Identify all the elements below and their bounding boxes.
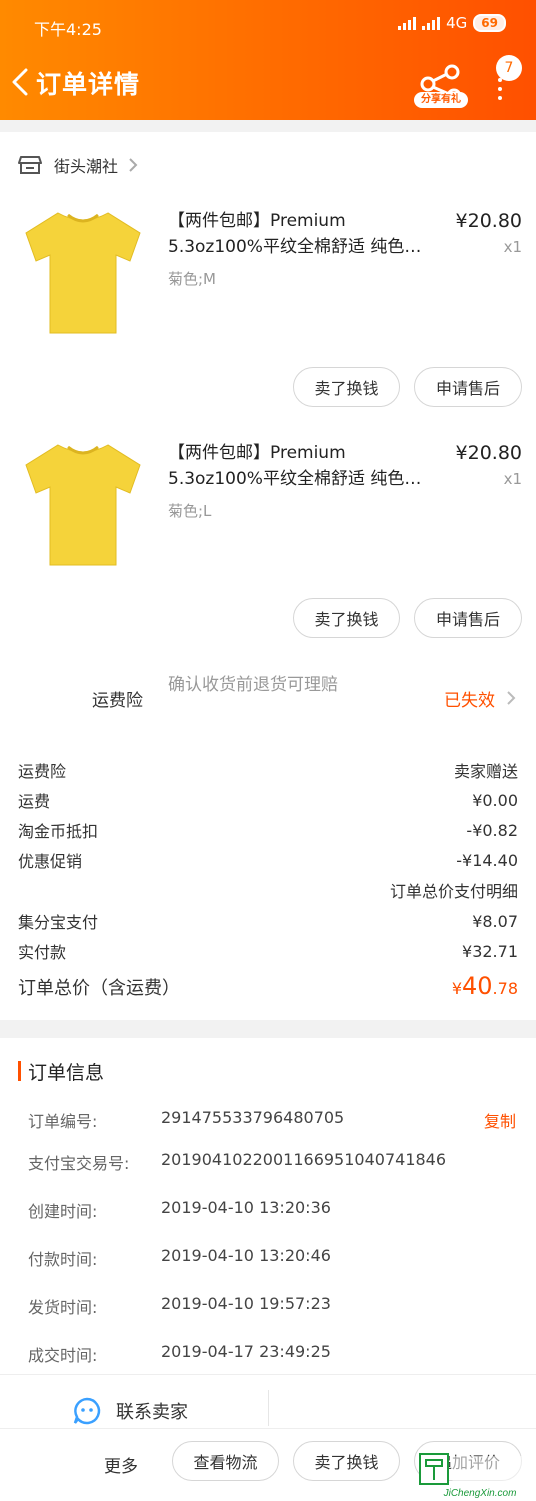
back-arrow-icon[interactable] <box>10 68 30 96</box>
product-quantity: x1 <box>503 470 522 488</box>
info-label: 创建时间: <box>28 1202 98 1221</box>
product-sku: 菊色;M <box>168 270 216 288</box>
store-icon <box>18 156 42 174</box>
chevron-right-icon <box>129 158 138 172</box>
fee-row: 淘金币抵扣 -¥0.82 <box>18 817 518 843</box>
product-image[interactable] <box>18 437 148 567</box>
order-info-heading: 订单信息 <box>18 1060 105 1084</box>
section-divider <box>0 120 536 132</box>
order-total-value: ¥40.78 <box>452 972 518 1000</box>
chevron-right-icon[interactable] <box>506 690 516 706</box>
view-logistics-button[interactable]: 查看物流 <box>172 1441 279 1481</box>
after-sale-button[interactable]: 申请售后 <box>414 598 522 638</box>
fee-value: 卖家赠送 <box>453 762 518 781</box>
insurance-status[interactable]: 已失效 <box>444 686 495 711</box>
order-info-title: 订单信息 <box>28 1061 105 1084</box>
signal-icon <box>422 16 441 30</box>
product-price: ¥20.80 <box>455 210 522 232</box>
shipping-insurance-desc: 确认收货前退货可理赔 <box>168 675 338 695</box>
fee-row: 运费险 卖家赠送 <box>18 757 518 783</box>
fee-label: 运费险 <box>18 762 67 781</box>
fee-label: 优惠促销 <box>18 852 83 871</box>
battery-icon: 69 <box>473 14 506 32</box>
fee-value: ¥8.07 <box>472 911 518 931</box>
accent-bar <box>18 1061 21 1081</box>
chat-face-icon <box>73 1397 101 1425</box>
shipping-insurance-label: 运费险 <box>92 691 143 711</box>
product-title-line1: 【两件包邮】Premium <box>168 211 346 231</box>
product-image[interactable] <box>18 205 148 335</box>
total-integer: 40 <box>462 972 493 1000</box>
sell-for-cash-button[interactable]: 卖了换钱 <box>293 1441 400 1481</box>
order-number: 291475533796480705 <box>161 1108 345 1127</box>
product-title[interactable]: 【两件包邮】Premium 5.3oz100%平纹全棉舒适 纯色… <box>168 440 440 492</box>
payment-detail-row: 订单总价支付明细 <box>18 877 518 903</box>
store-link[interactable]: 街头潮社 <box>18 150 150 180</box>
total-decimal: .78 <box>492 979 518 998</box>
product-title[interactable]: 【两件包邮】Premium 5.3oz100%平纹全棉舒适 纯色… <box>168 208 440 260</box>
paid-time: 2019-04-10 13:20:46 <box>161 1246 331 1265</box>
shipped-time: 2019-04-10 19:57:23 <box>161 1294 331 1313</box>
section-divider <box>0 1020 536 1038</box>
created-time: 2019-04-10 13:20:36 <box>161 1198 331 1217</box>
header-bar: 下午4:25 4G 69 订单详情 分享有礼 7 <box>0 0 536 120</box>
product-title-line2: 5.3oz100%平纹全棉舒适 纯色… <box>168 469 422 489</box>
status-indicators: 4G 69 <box>398 14 506 32</box>
share-gift-label[interactable]: 分享有礼 <box>414 92 468 108</box>
fee-value: ¥32.71 <box>462 941 518 961</box>
payment-detail-link[interactable]: 订单总价支付明细 <box>390 878 518 902</box>
fee-value: -¥14.40 <box>456 850 518 870</box>
fee-label: 运费 <box>18 792 51 811</box>
vertical-divider <box>268 1390 269 1426</box>
fee-row: 优惠促销 -¥14.40 <box>18 847 518 873</box>
info-label: 成交时间: <box>28 1346 98 1365</box>
fee-label: 实付款 <box>18 943 67 962</box>
product-title-line1: 【两件包邮】Premium <box>168 443 346 463</box>
order-total-label: 订单总价（含运费） <box>18 978 180 999</box>
info-label: 订单编号: <box>28 1112 98 1131</box>
watermark-logo: JiChengXin.com <box>419 1453 532 1499</box>
more-button[interactable]: 更多 <box>104 1452 138 1477</box>
watermark-text: JiChengXin.com <box>443 1488 517 1499</box>
info-label: 付款时间: <box>28 1250 98 1269</box>
signal-icon <box>398 16 417 30</box>
fee-value: -¥0.82 <box>466 820 518 840</box>
fee-label: 淘金币抵扣 <box>18 822 99 841</box>
contact-seller-label: 联系卖家 <box>116 1402 188 1423</box>
fee-row: 实付款 ¥32.71 <box>18 938 518 964</box>
fee-row: 集分宝支付 ¥8.07 <box>18 908 518 934</box>
after-sale-button[interactable]: 申请售后 <box>414 367 522 407</box>
info-label: 支付宝交易号: <box>28 1154 130 1173</box>
product-quantity: x1 <box>503 238 522 256</box>
fee-label: 集分宝支付 <box>18 913 99 932</box>
status-time: 下午4:25 <box>34 20 102 39</box>
more-menu-icon[interactable] <box>498 78 502 105</box>
sell-for-cash-button[interactable]: 卖了换钱 <box>293 598 400 638</box>
info-label: 发货时间: <box>28 1298 98 1317</box>
fee-row: 运费 ¥0.00 <box>18 787 518 813</box>
store-name: 街头潮社 <box>54 157 119 176</box>
page-title: 订单详情 <box>36 70 141 99</box>
completed-time: 2019-04-17 23:49:25 <box>161 1342 331 1361</box>
contact-seller-button[interactable]: 联系卖家 <box>72 1396 188 1426</box>
product-sku: 菊色;L <box>168 502 212 520</box>
currency-symbol: ¥ <box>451 979 462 998</box>
fee-value: ¥0.00 <box>472 790 518 810</box>
alipay-trade-number: 2019041022001166951040741846 <box>161 1150 447 1169</box>
product-price: ¥20.80 <box>455 442 522 464</box>
order-total-row: 订单总价（含运费） ¥40.78 <box>18 972 518 1000</box>
copy-button[interactable]: 复制 <box>484 1108 516 1132</box>
product-title-line2: 5.3oz100%平纹全棉舒适 纯色… <box>168 237 422 257</box>
network-type: 4G <box>446 14 468 32</box>
sell-for-cash-button[interactable]: 卖了换钱 <box>293 367 400 407</box>
